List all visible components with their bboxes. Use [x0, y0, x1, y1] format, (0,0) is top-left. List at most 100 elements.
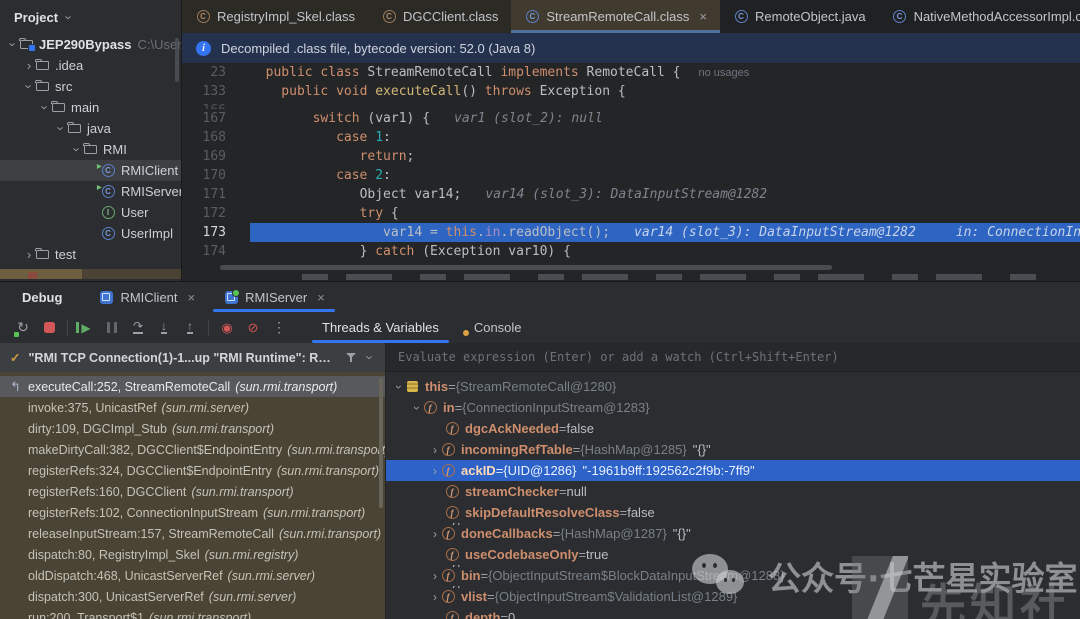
variable-row-vlist[interactable]: ›fvlist = {ObjectInputStream$ValidationL… [386, 586, 1080, 607]
project-tree-item-java[interactable]: › java [0, 118, 181, 139]
stack-frame-row[interactable]: oldDispatch:468, UnicastServerRef (sun.rm… [0, 565, 385, 586]
close-icon[interactable]: × [699, 9, 707, 24]
project-tree-item-userimpl[interactable]: C UserImpl [0, 223, 181, 244]
folder-icon [50, 100, 66, 116]
resume-button[interactable]: ▶ [73, 317, 99, 339]
variable-value: {ObjectInputStream$BlockDataInputStream@… [488, 568, 785, 583]
chevron-right-icon[interactable]: › [430, 569, 440, 583]
stop-button[interactable] [36, 317, 62, 339]
chevron-right-icon[interactable]: › [24, 247, 34, 262]
class-icon: C [100, 226, 116, 242]
variable-row-depth[interactable]: f depth = 0 [386, 607, 1080, 619]
code-line-133[interactable]: 133 public void executeCall() throws Exce… [182, 82, 1080, 101]
stack-frame-row[interactable]: releaseInputStream:157, StreamRemoteCall… [0, 523, 385, 544]
field-icon: f [444, 421, 460, 437]
stack-frame-row[interactable]: ↰ executeCall:252, StreamRemoteCall (sun.r… [0, 376, 385, 397]
project-tree-item-jep290bypass[interactable]: ›JEP290BypassC:\Users\Re [0, 34, 181, 55]
variable-row-this[interactable]: › this = {StreamRemoteCall@1280} [386, 376, 1080, 397]
code-line-168[interactable]: 168 case 1: [182, 128, 1080, 147]
variable-row-bin[interactable]: ›fbin = {ObjectInputStream$BlockDataInpu… [386, 565, 1080, 586]
editor-tab-nativemethodaccessorimpl-class[interactable]: C NativeMethodAccessorImpl.class [879, 0, 1080, 33]
debug-view-tab-threads-variables[interactable]: Threads & Variables [310, 312, 451, 343]
stack-frame-row[interactable]: dispatch:80, RegistryImpl_Skel (sun.rmi.r… [0, 544, 385, 565]
evaluate-expression-input[interactable]: Evaluate expression (Enter) or add a wat… [386, 343, 1080, 372]
stack-frame-row[interactable]: invoke:375, UnicastRef (sun.rmi.server) [0, 397, 385, 418]
code-line-167[interactable]: 167 switch (var1) {var1 (slot_2): null [182, 109, 1080, 128]
chevron-right-icon[interactable]: › [430, 443, 440, 457]
step-out-button[interactable]: ↑ [177, 317, 203, 339]
code-line-170[interactable]: 170 case 2: [182, 166, 1080, 185]
ide-window: Project › ›JEP290BypassC:\Users\Re › .idea… [0, 0, 1080, 619]
variable-row-doneCallbacks[interactable]: ›f doneCallbacks = {HashMap@1287} "{}" [386, 523, 1080, 544]
code-line-171[interactable]: 171 Object var14; var14 (slot_3): DataInpu… [182, 185, 1080, 204]
chevron-right-icon[interactable]: › [430, 590, 440, 604]
debug-panel-title: Debug [22, 289, 63, 305]
editor-tab-dgcclient-class[interactable]: C DGCClient.class [368, 0, 512, 33]
debug-session-tab-rmiclient[interactable]: RMIClient × [84, 282, 209, 312]
debug-session-tab-rmiserver[interactable]: RMIServer × [209, 282, 339, 312]
editor-tab-label: NativeMethodAccessorImpl.class [913, 9, 1080, 24]
chevron-right-icon[interactable]: › [430, 464, 440, 478]
debug-view-tab-console[interactable]: Console [451, 312, 534, 343]
code-line-23[interactable]: 23 public class StreamRemoteCall implemen… [182, 63, 1080, 82]
variable-row-incomingRefTable[interactable]: › f incomingRefTable = {HashMap@1285} "{}" [386, 439, 1080, 460]
project-scrollbar[interactable] [175, 38, 179, 82]
code-line-169[interactable]: 169 return; [182, 147, 1080, 166]
variable-row-dgcAckNeeded[interactable]: f dgcAckNeeded = false [386, 418, 1080, 439]
project-tree-item-main[interactable]: › main [0, 97, 181, 118]
code-token: 2 [375, 168, 384, 183]
stack-frame-row[interactable]: registerRefs:102, ConnectionInputStream (… [0, 502, 385, 523]
stack-frame-row[interactable]: dispatch:300, UnicastServerRef (sun.rmi.s… [0, 586, 385, 607]
variable-row-streamChecker[interactable]: f streamChecker = null [386, 481, 1080, 502]
step-over-button[interactable]: ↷ [125, 317, 151, 339]
frames-scrollbar[interactable] [379, 378, 383, 508]
more-options-button[interactable]: ⋮ [266, 317, 292, 339]
variable-row-in[interactable]: › f in = {ConnectionInputStream@1283} [386, 397, 1080, 418]
stack-frame-row[interactable]: run:200, Transport$1 (sun.rmi.transport) [0, 607, 385, 619]
stack-frame-row[interactable]: makeDirtyCall:382, DGCClient$EndpointEnt… [0, 439, 385, 460]
usages-hint[interactable]: no usages [698, 67, 749, 79]
code-line-173[interactable]: 173 var14 = this.in.readObject(); var14 (s… [182, 223, 1080, 242]
variable-row-skipDefaultResolveClass[interactable]: f skipDefaultResolveClass = false [386, 502, 1080, 523]
code-line-174[interactable]: 174} catch (Exception var10) { [182, 242, 1080, 261]
chevron-right-icon[interactable]: › [430, 527, 440, 541]
chevron-down-icon[interactable]: › [363, 353, 378, 363]
editor-horizontal-scrollbar[interactable] [220, 265, 832, 270]
folded-code-line[interactable]: 166 [182, 101, 1080, 109]
rerun-debug-button[interactable]: ↻ [10, 317, 36, 339]
code-line-172[interactable]: 172 try { [182, 204, 1080, 223]
frame-package: (sun.rmi.transport) [235, 379, 338, 394]
chevron-right-icon[interactable]: › [24, 58, 34, 73]
project-tree-item-user[interactable]: I User [0, 202, 181, 223]
editor-tab-label: RegistryImpl_Skel.class [217, 9, 355, 24]
editor-tab-streamremotecall-class[interactable]: C StreamRemoteCall.class × [511, 0, 720, 33]
variable-row-useCodebaseOnly[interactable]: f useCodebaseOnly = true [386, 544, 1080, 565]
filter-icon[interactable] [345, 351, 357, 364]
stack-frame-row[interactable]: registerRefs:160, DGCClient (sun.rmi.tran… [0, 481, 385, 502]
project-tree-item-test[interactable]: › test [0, 244, 181, 265]
editor-tab-remoteobject-java[interactable]: C RemoteObject.java [720, 0, 879, 33]
variable-value: true [586, 547, 609, 562]
project-panel-header[interactable]: Project › [0, 0, 181, 34]
variable-name: in [443, 400, 455, 415]
pause-button[interactable] [99, 317, 125, 339]
view-breakpoints-button[interactable]: ◉ [214, 317, 240, 339]
project-tree-item-rmiserver[interactable]: C RMIServer [0, 181, 181, 202]
variable-row-ackID[interactable]: › f ackID = {UID@1286} "-1961b9ff:192562c2f… [386, 460, 1080, 481]
stack-frame-row[interactable]: registerRefs:324, DGCClient$EndpointEntr… [0, 460, 385, 481]
project-tree-item-rmi[interactable]: › RMI [0, 139, 181, 160]
close-icon[interactable]: × [317, 290, 325, 305]
mute-breakpoints-button[interactable]: ⊘ [240, 317, 266, 339]
project-tree-item-src[interactable]: › src [0, 76, 181, 97]
project-tree-item-.idea[interactable]: › .idea [0, 55, 181, 76]
thread-selector[interactable]: ✓ "RMI TCP Connection(1)-1...up "RMI Run… [0, 343, 385, 372]
variable-name: bin [461, 568, 481, 583]
close-icon[interactable]: × [188, 290, 196, 305]
project-tree-item-rmiclient[interactable]: C RMIClient [0, 160, 181, 181]
frame-method: registerRefs:160, DGCClient [28, 484, 187, 499]
variable-name: useCodebaseOnly [465, 547, 579, 562]
code-editor[interactable]: 23 public class StreamRemoteCall implemen… [182, 63, 1080, 281]
editor-tab-registryimpl_skel-class[interactable]: C RegistryImpl_Skel.class [182, 0, 368, 33]
step-into-button[interactable]: ↓ [151, 317, 177, 339]
stack-frame-row[interactable]: dirty:109, DGCImpl_Stub (sun.rmi.transpor… [0, 418, 385, 439]
